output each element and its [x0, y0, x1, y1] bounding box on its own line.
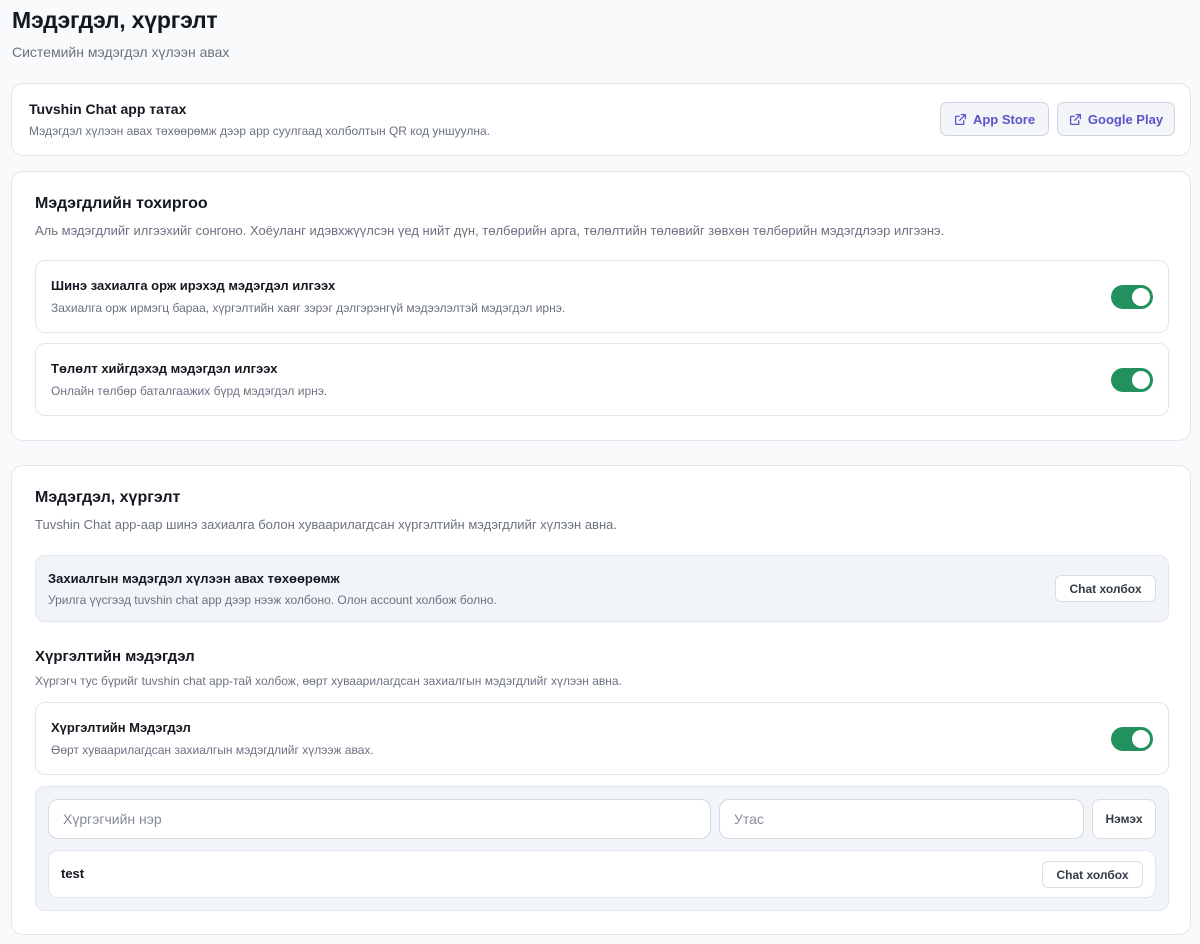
app-store-button[interactable]: App Store — [940, 102, 1049, 136]
external-link-icon — [1069, 113, 1082, 126]
app-download-description: Мэдэгдэл хүлээн авах төхөөрөмж дээр app … — [29, 124, 491, 138]
setting-row-title: Төлөлт хийгдэхэд мэдэгдэл илгээх — [51, 361, 278, 376]
new-order-toggle[interactable] — [1111, 285, 1153, 309]
toggle-knob — [1132, 371, 1150, 389]
device-description: Урилга үүсгээд tuvshin chat app дээр нээ… — [48, 593, 497, 607]
toggle-knob — [1132, 730, 1150, 748]
notification-delivery-card: Мэдэгдэл, хүргэлт Tuvshin Chat app-аар ш… — [11, 465, 1191, 935]
page-subtitle: Системийн мэдэгдэл хүлээн авах — [12, 44, 230, 60]
app-download-card: Tuvshin Chat app татах Мэдэгдэл хүлээн а… — [11, 83, 1191, 156]
app-download-title: Tuvshin Chat app татах — [29, 101, 187, 117]
chat-connect-button[interactable]: Chat холбох — [1055, 575, 1156, 602]
order-device-panel: Захиалгын мэдэгдэл хүлээн авах төхөөрөмж… — [35, 555, 1169, 622]
payment-toggle[interactable] — [1111, 368, 1153, 392]
delivery-toggle-title: Хүргэлтийн Мэдэгдэл — [51, 720, 191, 735]
notify-description: Tuvshin Chat app-аар шинэ захиалга болон… — [35, 517, 617, 532]
courier-name: test — [61, 866, 85, 881]
courier-panel: Нэмэх test Chat холбох — [35, 786, 1169, 911]
delivery-description: Хүргэгч тус бүрийг tuvshin chat app-тай … — [35, 674, 622, 688]
delivery-toggle-row: Хүргэлтийн Мэдэгдэл Өөрт хуваарилагдсан … — [35, 702, 1169, 775]
courier-name-input[interactable] — [48, 799, 711, 839]
setting-row-title: Шинэ захиалга орж ирэхэд мэдэгдэл илгээх — [51, 278, 336, 293]
notification-settings-card: Мэдэгдлийн тохиргоо Аль мэдэгдлийг илгээ… — [11, 171, 1191, 441]
device-title: Захиалгын мэдэгдэл хүлээн авах төхөөрөмж — [48, 571, 340, 586]
page-title: Мэдэгдэл, хүргэлт — [12, 7, 218, 33]
setting-row-description: Захиалга орж ирмэгц бараа, хүргэлтийн ха… — [51, 301, 566, 315]
toggle-knob — [1132, 288, 1150, 306]
setting-row-new-order: Шинэ захиалга орж ирэхэд мэдэгдэл илгээх… — [35, 260, 1169, 333]
app-store-label: App Store — [972, 111, 1036, 127]
delivery-toggle[interactable] — [1111, 727, 1153, 751]
settings-title: Мэдэгдлийн тохиргоо — [35, 195, 208, 212]
google-play-button[interactable]: Google Play — [1057, 102, 1175, 136]
courier-chat-connect-button[interactable]: Chat холбох — [1042, 861, 1143, 888]
add-courier-button[interactable]: Нэмэх — [1092, 799, 1156, 839]
courier-list-item: test Chat холбох — [48, 850, 1156, 898]
delivery-toggle-description: Өөрт хуваарилагдсан захиалгын мэдэгдлийг… — [51, 743, 374, 757]
notify-title: Мэдэгдэл, хүргэлт — [35, 489, 181, 506]
settings-description: Аль мэдэгдлийг илгээхийг сонгоно. Хоёула… — [35, 223, 945, 238]
setting-row-description: Онлайн төлбөр баталгаажих бүрд мэдэгдэл … — [51, 384, 328, 398]
page: Мэдэгдэл, хүргэлт Системийн мэдэгдэл хүл… — [0, 0, 1200, 944]
delivery-title: Хүргэлтийн мэдэгдэл — [35, 648, 195, 665]
external-link-icon — [954, 113, 967, 126]
courier-phone-input[interactable] — [719, 799, 1084, 839]
google-play-label: Google Play — [1087, 111, 1164, 127]
setting-row-payment: Төлөлт хийгдэхэд мэдэгдэл илгээх Онлайн … — [35, 343, 1169, 416]
